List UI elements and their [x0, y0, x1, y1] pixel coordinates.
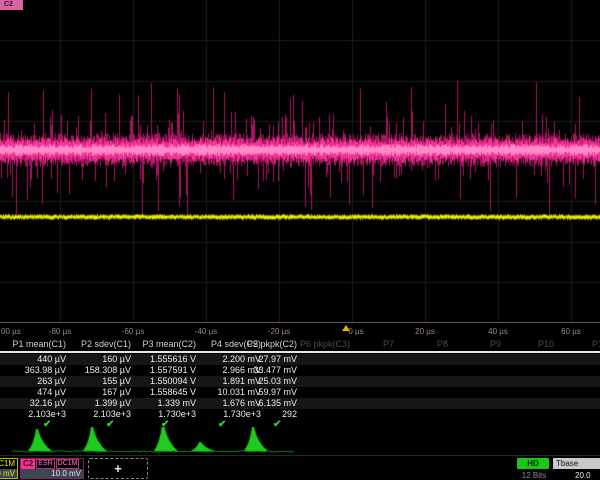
measurement-value: 1.891 mV	[222, 376, 261, 387]
measurement-value: 263 µV	[37, 376, 66, 387]
measurement-value: 158.308 µV	[85, 365, 131, 376]
channel-c2-descriptor[interactable]: C2 ESRDC1M 10.0 mV	[20, 458, 84, 479]
measurement-value: 363.98 µV	[25, 365, 66, 376]
measure-param-header-inactive[interactable]: P7	[383, 339, 394, 349]
c2-channel-chip: C2	[21, 459, 35, 469]
timebase-descriptor[interactable]: Tbase	[553, 458, 600, 469]
measurement-value: 1.550094 V	[150, 376, 196, 387]
measurement-row: 440 µV 160 µV 1.555616 V 2.200 mV27.97 mV	[0, 354, 600, 365]
measurement-row: 363.98 µV158.308 µV1.557591 V2.966 mV33.…	[0, 365, 600, 376]
measurement-value: 167 µV	[102, 387, 131, 398]
hd-mode-badge[interactable]: HD	[517, 458, 549, 469]
measurement-row: 263 µV 155 µV 1.550094 V 1.891 mV25.03 mV	[0, 376, 600, 387]
measurement-value: 1.399 µV	[95, 398, 131, 409]
measurement-header-row: P1 mean(C1)P2 sdev(C1)P3 mean(C2)P4 sdev…	[0, 339, 600, 351]
measurement-value: 27.97 mV	[258, 354, 297, 365]
hd-bits-label: 12 Bits	[517, 471, 551, 480]
measurement-value: 1.676 mV	[222, 398, 261, 409]
measurement-value: 1.557591 V	[150, 365, 196, 376]
c2-dc1m-tag: DC1M	[56, 459, 80, 469]
measurement-row: 474 µV 167 µV 1.558645 V 10.031 mV59.97 mV	[0, 387, 600, 398]
x-axis-tick: 20 µs	[415, 327, 435, 336]
measurement-value: 1.555616 V	[150, 354, 196, 365]
measurement-value: 32.16 µV	[30, 398, 66, 409]
measurement-row: 32.16 µV 1.399 µV 1.339 mV 1.676 mV6.135 mV	[0, 398, 600, 409]
measurement-value: 1.339 mV	[157, 398, 196, 409]
x-axis-tick: -80 µs	[49, 327, 71, 336]
measure-param-header[interactable]: P3 mean(C2)	[142, 339, 196, 349]
channel-c1-descriptor[interactable]: DC1M 0 mV	[0, 458, 18, 479]
x-axis-tick: 00 µs	[1, 327, 21, 336]
c1-volts-per-div: 0 mV	[0, 469, 17, 478]
c1-coupling-tag: DC1M	[0, 459, 17, 469]
table-separator	[0, 351, 600, 353]
measurement-rows: 440 µV 160 µV 1.555616 V 2.200 mV27.97 mV 36…	[0, 354, 600, 420]
measure-param-header[interactable]: P1 mean(C1)	[12, 339, 66, 349]
x-axis-tick: 0 µs	[348, 327, 363, 336]
measurement-value: 160 µV	[102, 354, 131, 365]
measurement-value: 33.477 mV	[253, 365, 297, 376]
x-axis-tick: 60 µs	[561, 327, 581, 336]
x-axis-tick: 40 µs	[488, 327, 508, 336]
timebase-value: 20.0	[575, 471, 591, 480]
measurement-table: P1 mean(C1)P2 sdev(C1)P3 mean(C2)P4 sdev…	[0, 339, 600, 433]
histogram-trend-trace	[0, 427, 300, 455]
measurement-value: 440 µV	[37, 354, 66, 365]
measurement-value: 474 µV	[37, 387, 66, 398]
measurement-value: 1.558645 V	[150, 387, 196, 398]
waveform-graticule[interactable]	[0, 0, 600, 322]
measure-param-header-inactive[interactable]: P8	[437, 339, 448, 349]
measure-param-header-inactive[interactable]: P10	[538, 339, 554, 349]
measurement-value: 10.031 mV	[217, 387, 261, 398]
graticule-border	[0, 322, 600, 323]
x-axis-tick: -60 µs	[122, 327, 144, 336]
x-axis-tick: -20 µs	[268, 327, 290, 336]
measure-param-header-inactive[interactable]: P1	[592, 339, 600, 349]
trace-descriptor-badge[interactable]: C2	[0, 0, 23, 10]
c2-esr-tag: ESR	[36, 459, 54, 469]
trigger-time-marker[interactable]	[342, 325, 350, 331]
add-trace-button[interactable]: +	[88, 458, 148, 479]
measurement-value: 155 µV	[102, 376, 131, 387]
measure-param-header[interactable]: P2 sdev(C1)	[81, 339, 131, 349]
bottom-toolbar: DC1M 0 mV C2 ESRDC1M 10.0 mV + HD 12 Bit…	[0, 455, 600, 480]
measurement-value: 6.135 mV	[258, 398, 297, 409]
measure-param-header-inactive[interactable]: P6 pkpk(C3)	[300, 339, 350, 349]
oscilloscope-screen: C2 00 µs -80 µs -60 µs -40 µs -20 µs 0 µs 20 µ…	[0, 0, 600, 480]
timebase-axis: 00 µs -80 µs -60 µs -40 µs -20 µs 0 µs 20 µs 40…	[0, 324, 600, 339]
c2-volts-per-div: 10.0 mV	[21, 469, 83, 478]
x-axis-tick: -40 µs	[195, 327, 217, 336]
measure-param-header-inactive[interactable]: P9	[490, 339, 501, 349]
measurement-value: 2.200 mV	[222, 354, 261, 365]
measure-param-header[interactable]: P5 pkpk(C2)	[247, 339, 297, 349]
measurement-value: 59.97 mV	[258, 387, 297, 398]
measurement-value: 25.03 mV	[258, 376, 297, 387]
